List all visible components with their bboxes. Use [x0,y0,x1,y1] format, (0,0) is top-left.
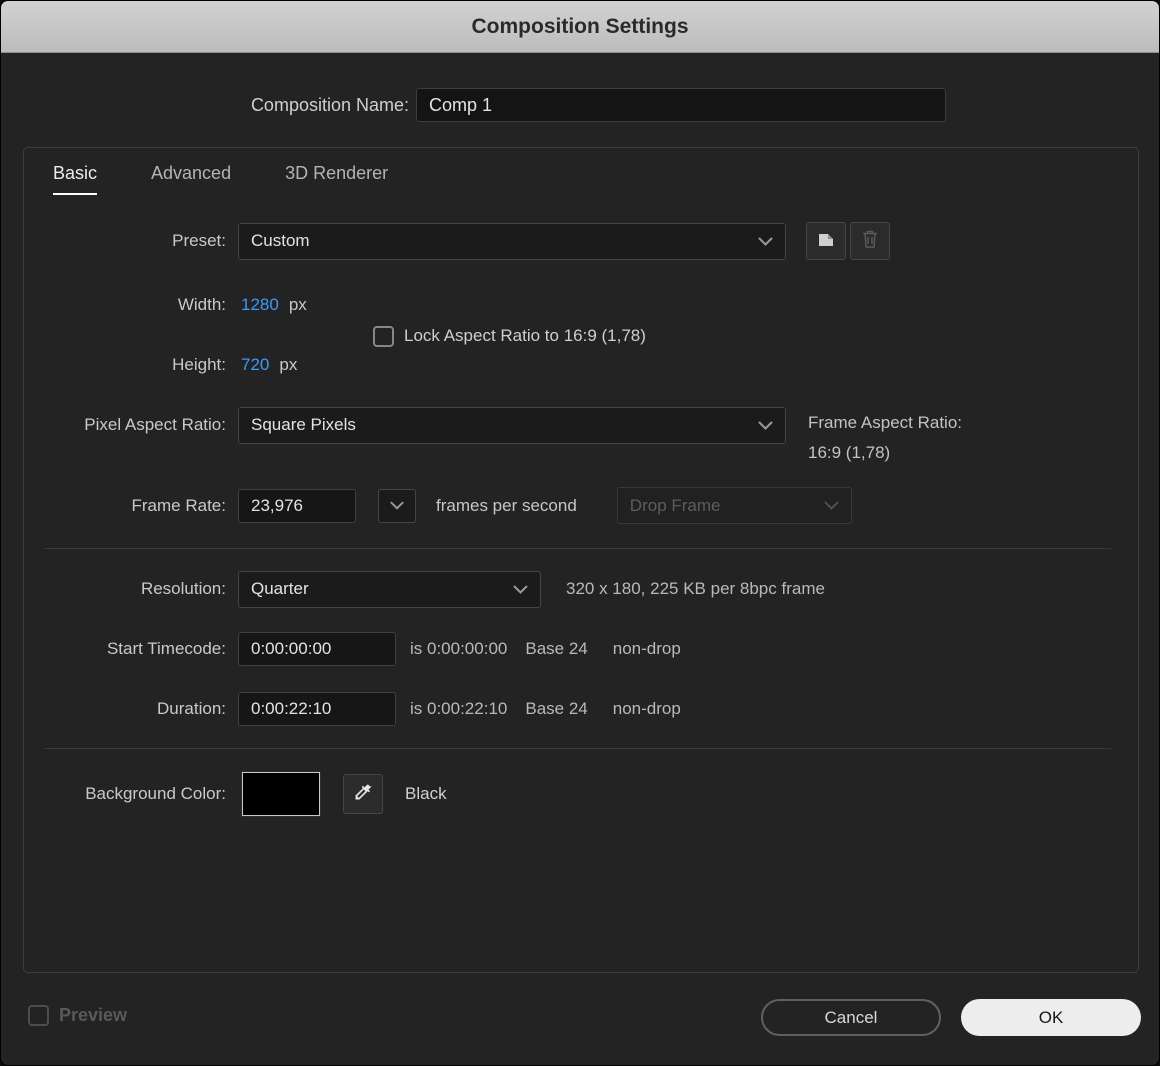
duration-label: Duration: [23,699,226,719]
frame-rate-suffix: frames per second [436,496,577,516]
pixel-aspect-ratio-dropdown[interactable]: Square Pixels [238,407,786,444]
duration-row: Duration: is 0:00:22:10 Base 24 non-drop [23,691,1137,727]
duration-input[interactable] [238,692,396,726]
settings-panel [23,147,1139,973]
frame-aspect-ratio-value: 16:9 (1,78) [808,438,962,468]
background-color-swatch[interactable] [242,772,320,816]
lock-aspect-checkbox[interactable] [373,326,394,347]
start-timecode-base: Base 24 [525,639,587,659]
pixel-aspect-ratio-row: Pixel Aspect Ratio: Square Pixels [23,406,1137,444]
save-preset-button[interactable] [806,222,846,260]
resolution-row: Resolution: Quarter 320 x 180, 225 KB pe… [23,570,1137,608]
preview-label: Preview [59,1005,127,1026]
preset-dropdown[interactable]: Custom [238,223,786,260]
preset-row: Preset: Custom [23,222,1137,260]
start-timecode-row: Start Timecode: is 0:00:00:00 Base 24 no… [23,631,1137,667]
start-timecode-drop: non-drop [613,639,681,659]
chevron-down-icon [824,501,839,510]
pixel-aspect-ratio-value: Square Pixels [251,415,356,435]
tab-3d-renderer[interactable]: 3D Renderer [285,163,388,195]
resolution-dropdown[interactable]: Quarter [238,571,541,608]
tab-bar: Basic Advanced 3D Renderer [53,163,388,195]
eyedropper-button[interactable] [343,774,383,814]
divider [45,748,1111,749]
frame-rate-label: Frame Rate: [23,496,226,516]
width-unit: px [289,295,307,315]
start-timecode-label: Start Timecode: [23,639,226,659]
ok-button[interactable]: OK [961,999,1141,1036]
tab-advanced[interactable]: Advanced [151,163,231,195]
resolution-label: Resolution: [23,579,226,599]
height-row: Height: 720 px [23,351,1137,379]
frame-aspect-ratio-block: Frame Aspect Ratio: 16:9 (1,78) [808,408,962,468]
title-bar: Composition Settings [1,1,1159,53]
drop-frame-value: Drop Frame [630,496,721,516]
composition-name-row: Composition Name: [1,87,1137,123]
composition-name-label: Composition Name: [1,95,409,116]
lock-aspect-label: Lock Aspect Ratio to 16:9 (1,78) [404,326,646,346]
width-value[interactable]: 1280 [241,295,279,315]
composition-settings-dialog: Composition Settings Composition Name: B… [0,0,1160,1066]
duration-is: is 0:00:22:10 [410,699,507,719]
background-color-label: Background Color: [23,784,226,804]
resolution-value: Quarter [251,579,309,599]
delete-preset-button [850,222,890,260]
height-unit: px [279,355,297,375]
duration-base: Base 24 [525,699,587,719]
lock-aspect-row: Lock Aspect Ratio to 16:9 (1,78) [23,323,1137,349]
background-color-name: Black [405,784,447,804]
height-label: Height: [23,355,226,375]
width-label: Width: [23,295,226,315]
drop-frame-dropdown: Drop Frame [617,487,852,524]
chevron-down-icon [758,421,773,430]
preview-toggle: Preview [28,1005,127,1026]
frame-rate-row: Frame Rate: frames per second Drop Frame [23,487,1137,524]
resolution-info: 320 x 180, 225 KB per 8bpc frame [566,579,825,599]
save-preset-icon [816,229,836,254]
chevron-down-icon [758,237,773,246]
frame-rate-input[interactable] [238,489,356,523]
frame-aspect-ratio-label: Frame Aspect Ratio: [808,408,962,438]
composition-name-input[interactable] [416,88,946,122]
start-timecode-is: is 0:00:00:00 [410,639,507,659]
trash-icon [861,229,879,254]
start-timecode-input[interactable] [238,632,396,666]
chevron-down-icon [390,501,404,510]
frame-rate-preset-button[interactable] [378,489,416,523]
dialog-title: Composition Settings [472,15,689,39]
tab-basic[interactable]: Basic [53,163,97,195]
preset-label: Preset: [23,231,226,251]
width-row: Width: 1280 px [23,291,1137,319]
preset-value: Custom [251,231,310,251]
chevron-down-icon [513,585,528,594]
cancel-button[interactable]: Cancel [761,999,941,1036]
pixel-aspect-ratio-label: Pixel Aspect Ratio: [23,415,226,435]
duration-drop: non-drop [613,699,681,719]
background-color-row: Background Color: Black [23,771,1137,817]
preview-checkbox[interactable] [28,1005,49,1026]
eyedropper-icon [353,782,373,807]
divider [45,548,1111,549]
height-value[interactable]: 720 [241,355,269,375]
